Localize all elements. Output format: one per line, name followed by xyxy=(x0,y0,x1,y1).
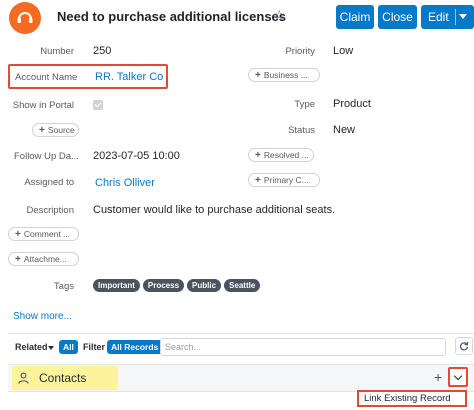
tag-chip[interactable]: Important xyxy=(93,279,140,292)
tags-label: Tags xyxy=(53,281,74,292)
type-label: Type xyxy=(294,99,315,110)
assigned-to-label: Assigned to xyxy=(24,177,74,188)
contact-person-icon xyxy=(18,372,29,384)
section-divider xyxy=(8,333,474,334)
case-icon xyxy=(9,2,41,34)
description-value: Customer would like to purchase addition… xyxy=(93,204,336,216)
status-value: New xyxy=(333,124,356,136)
related-chevron-down-icon[interactable] xyxy=(48,346,54,350)
add-attachment-field-button[interactable]: + Attachme... xyxy=(8,252,79,266)
tag-chip[interactable]: Seattle xyxy=(224,279,261,292)
link-existing-record-menu-item[interactable]: Link Existing Record xyxy=(357,390,467,407)
add-resolved-field-button[interactable]: + Resolved ... xyxy=(248,148,314,162)
show-more-link[interactable]: Show more... xyxy=(13,311,72,322)
related-search-input[interactable] xyxy=(160,338,446,356)
follow-up-label: Follow Up Da... xyxy=(14,151,79,162)
refresh-button[interactable] xyxy=(455,337,473,355)
description-label: Description xyxy=(26,205,74,216)
type-value: Product xyxy=(333,98,371,110)
chevron-down-icon[interactable] xyxy=(459,14,467,19)
add-business-field-button[interactable]: + Business ... xyxy=(248,68,320,82)
primary-pill-label: Primary C... xyxy=(263,175,309,185)
edit-button[interactable]: Edit xyxy=(421,5,474,29)
tag-chip[interactable]: Process xyxy=(142,279,185,292)
close-button[interactable]: Close xyxy=(378,5,417,29)
contacts-title: Contacts xyxy=(39,371,87,385)
comment-pill-label: Comment ... xyxy=(23,229,71,239)
number-label: Number xyxy=(40,46,74,57)
number-value: 250 xyxy=(93,45,112,57)
add-source-field-button[interactable]: + Source xyxy=(32,123,79,137)
assigned-to-link[interactable]: Chris Olliver xyxy=(95,177,155,189)
tag-list: Important Process Public Seattle xyxy=(93,279,261,292)
favorite-star-icon[interactable]: ☆ xyxy=(273,7,286,24)
claim-button[interactable]: Claim xyxy=(336,5,374,29)
contacts-actions-dropdown-button[interactable] xyxy=(448,367,468,387)
status-label: Status xyxy=(288,125,315,136)
tag-chip[interactable]: Public xyxy=(187,279,222,292)
filter-label: Filter xyxy=(83,342,106,352)
edit-button-label: Edit xyxy=(428,10,449,24)
add-comment-field-button[interactable]: + Comment ... xyxy=(8,227,79,241)
contacts-subpanel-header[interactable]: Contacts + xyxy=(8,364,474,392)
priority-value: Low xyxy=(333,45,354,57)
add-primary-contact-field-button[interactable]: + Primary C... xyxy=(248,173,320,187)
business-pill-label: Business ... xyxy=(263,70,308,80)
all-filter-chip[interactable]: All xyxy=(59,340,78,354)
show-in-portal-checkbox[interactable] xyxy=(93,100,103,110)
resolved-pill-label: Resolved ... xyxy=(263,150,309,160)
priority-label: Priority xyxy=(285,46,315,57)
add-contact-plus-icon[interactable]: + xyxy=(434,369,442,385)
edit-button-divider xyxy=(455,9,456,25)
source-pill-label: Source xyxy=(47,125,75,135)
page-title: Need to purchase additional licenses xyxy=(57,9,287,24)
attachment-pill-label: Attachme... xyxy=(23,254,67,264)
related-toolbar: Related All Filter All Records xyxy=(0,337,474,357)
follow-up-value: 2023-07-05 10:00 xyxy=(93,150,180,162)
show-in-portal-label: Show in Portal xyxy=(12,100,74,111)
account-name-link[interactable]: RR. Talker Co xyxy=(95,71,163,83)
all-records-chip[interactable]: All Records xyxy=(107,340,163,354)
related-dropdown-label[interactable]: Related xyxy=(15,342,48,352)
record-header: Need to purchase additional licenses ☆ C… xyxy=(0,0,474,36)
refresh-icon xyxy=(459,341,469,351)
account-name-label: Account Name xyxy=(15,72,78,83)
